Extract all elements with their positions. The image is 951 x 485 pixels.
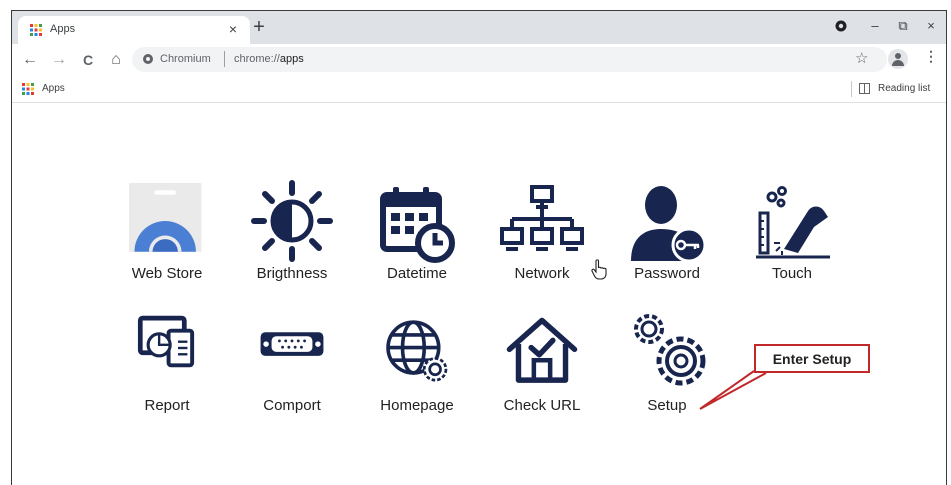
callout-text: Enter Setup [772,351,852,367]
touch-calibration-icon [756,186,830,259]
app-web-store[interactable]: Web Store [107,183,227,293]
profile-avatar-icon[interactable] [888,49,908,69]
minimize-icon[interactable]: – [864,15,886,37]
report-icon [137,315,195,368]
app-comport[interactable]: Comport [232,315,352,419]
browser-window: Apps × + – ⧉ × ← → C ⌂ Chromium chrome:/… [11,10,947,485]
extension-record-icon[interactable] [830,15,852,37]
bookmarks-bar: Apps Reading list [12,76,946,103]
app-report[interactable]: Report [107,315,227,419]
bookmark-apps-label[interactable]: Apps [42,83,65,94]
reload-icon[interactable]: C [78,49,98,71]
user-key-icon [631,186,707,263]
home-check-icon [506,317,578,383]
url-text: chrome://apps [234,53,304,65]
app-homepage[interactable]: Homepage [357,315,477,419]
close-window-icon[interactable]: × [920,15,942,37]
back-icon[interactable]: ← [20,49,40,71]
web-store-icon [129,183,202,252]
app-label: Network [514,265,570,282]
home-icon[interactable]: ⌂ [106,49,126,71]
app-password[interactable]: Password [607,183,727,293]
address-bar[interactable]: Chromium chrome://apps [132,47,887,72]
app-check-url[interactable]: Check URL [482,315,602,419]
app-brightness[interactable]: Brigthness [232,179,352,293]
toolbar: ← → C ⌂ Chromium chrome://apps [12,44,946,76]
network-icon [500,185,584,251]
app-label: Report [144,397,190,414]
apps-grid-icon [30,24,42,36]
brightness-icon [251,180,333,262]
serial-port-icon [260,332,324,356]
globe-gear-icon [386,320,448,382]
bookmark-star-icon[interactable]: ☆ [855,49,868,67]
tab-apps[interactable]: Apps × [18,16,250,44]
app-label: Check URL [503,397,581,414]
calendar-clock-icon [380,187,455,263]
menu-icon[interactable]: ⋮ [924,48,938,65]
url-host: apps [279,53,304,65]
forward-icon[interactable]: → [49,49,69,71]
app-touch[interactable]: Touch [732,183,852,293]
app-network[interactable]: Network [482,183,602,293]
app-label: Web Store [131,265,203,282]
omnibox-divider [224,51,225,67]
enter-setup-callout: Enter Setup [754,344,870,373]
tab-strip: Apps × + – ⧉ × [12,11,946,44]
apps-grid-icon[interactable] [22,83,34,95]
app-label: Password [634,265,700,282]
tab-title: Apps [50,23,76,35]
app-datetime[interactable]: Datetime [357,183,477,293]
new-tab-icon[interactable]: + [250,17,268,37]
app-label: Homepage [380,397,454,414]
site-info-icon[interactable] [143,54,153,64]
app-label: Brigthness [256,265,328,282]
tab-close-icon[interactable]: × [225,20,241,38]
url-scheme: chrome:// [234,53,280,65]
reading-list-label[interactable]: Reading list [878,83,930,94]
origin-label: Chromium [160,53,211,65]
restore-icon[interactable]: ⧉ [892,15,914,37]
app-label: Touch [771,265,813,282]
reading-list-icon[interactable] [859,83,870,94]
app-label: Comport [263,397,321,414]
app-label: Datetime [386,265,448,282]
bookmarks-divider [851,81,852,97]
